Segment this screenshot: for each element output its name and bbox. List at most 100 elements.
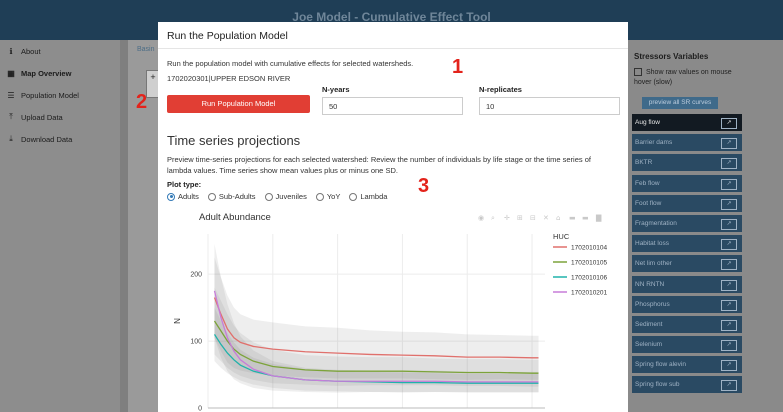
legend-label[interactable]: 1702010106 [571, 275, 608, 282]
stressor-label: Sediment [635, 320, 663, 328]
legend-title: HUC [553, 232, 570, 241]
sidebar-item-label: Upload Data [21, 112, 63, 122]
sidebar-item-population-model[interactable]: ☰ Population Model [0, 84, 120, 106]
radio-dot[interactable] [315, 192, 324, 201]
time-series-description: Preview time-series projections for each… [167, 155, 591, 175]
zoom-in-icon[interactable]: ⊞ [517, 214, 523, 222]
modal-title: Run the Population Model [167, 30, 288, 42]
pan-icon[interactable]: ✛ [504, 214, 510, 222]
stressor-item[interactable]: Spring flow alevin ↗ [632, 356, 742, 374]
stressor-item[interactable]: Feb flow ↗ [632, 174, 742, 192]
run-population-model-button[interactable]: Run Population Model [167, 95, 310, 113]
radio-yoy[interactable]: YoY [315, 192, 341, 201]
autoscale-icon[interactable]: ✕ [543, 214, 549, 222]
chart-icon[interactable]: ↗ [721, 360, 737, 372]
chart-icon[interactable]: ↗ [721, 319, 737, 331]
raw-values-label: Show raw values on mouse hover (slow) [634, 69, 732, 86]
sidebar-item-about[interactable]: ℹ About [0, 40, 120, 62]
info-icon: ℹ [9, 46, 13, 56]
radio-dot[interactable] [207, 192, 216, 201]
stressor-label: Fragmentation [635, 219, 677, 227]
chart-icon[interactable]: ↗ [721, 178, 737, 190]
sidebar-item-label: Population Model [21, 90, 79, 100]
radio-label: Lambda [360, 192, 388, 201]
chart-icon[interactable]: ↗ [721, 218, 737, 230]
stressor-item[interactable]: Foot flow ↗ [632, 194, 742, 212]
chart-icon[interactable]: ↗ [721, 299, 737, 311]
reset-axes-icon[interactable]: ⌂ [556, 214, 560, 222]
radio-lambda[interactable]: Lambda [349, 192, 387, 201]
stressor-label: Spring flow alevin [635, 361, 686, 369]
stressor-item[interactable]: Selenium ↗ [632, 336, 742, 354]
download-icon: ⤓ [9, 134, 13, 143]
zoom-icon[interactable]: ⌕ [491, 214, 495, 222]
nreplicates-input[interactable]: 10 [479, 97, 620, 115]
chart-icon[interactable]: ↗ [721, 279, 737, 291]
stressor-label: Spring flow sub [635, 381, 680, 389]
stressor-item[interactable]: Fragmentation ↗ [632, 214, 742, 232]
sidebar-item-upload-data[interactable]: ⤒ Upload Data [0, 106, 120, 128]
sidebar-item-label: About [21, 46, 41, 56]
stressor-item[interactable]: Spring flow sub ↗ [632, 376, 742, 394]
preview-sr-curves-button[interactable]: preview all SR curves [642, 97, 718, 109]
radio-dot[interactable] [264, 192, 273, 201]
y-tick-label: 100 [190, 339, 202, 346]
y-axis-label: N [173, 318, 182, 324]
stressor-list: Aug flow ↗ Barrier dams ↗ BKTR ↗ Feb flow ↗ Foot… [632, 114, 742, 397]
nyears-input[interactable]: 50 [322, 97, 463, 115]
stressor-item[interactable]: NN RNTN ↗ [632, 275, 742, 293]
stressors-panel: Stressors Variables Show raw values on m… [628, 40, 783, 412]
y-tick-label: 200 [190, 272, 202, 279]
stressor-item[interactable]: Barrier dams ↗ [632, 134, 742, 152]
hover-icon[interactable]: ▬ [582, 214, 589, 222]
legend-label[interactable]: 1702010201 [571, 290, 608, 297]
radio-sub-adults[interactable]: Sub-Adults [207, 192, 256, 201]
time-series-heading: Time series projections [167, 133, 301, 148]
stressor-item[interactable]: BKTR ↗ [632, 154, 742, 172]
raw-values-checkbox[interactable]: Show raw values on mouse hover (slow) [634, 68, 744, 88]
nyears-label: N-years [322, 85, 350, 94]
chart-icon[interactable]: ↗ [721, 239, 737, 251]
list-icon: ☰ [7, 90, 15, 100]
radio-juveniles[interactable]: Juveniles [264, 192, 307, 201]
legend-label[interactable]: 1702010105 [571, 260, 608, 267]
chart-icon[interactable]: ↗ [721, 158, 737, 170]
modal-description: Run the population model with cumulative… [167, 59, 414, 68]
radio-dot[interactable] [349, 192, 358, 201]
upload-icon: ⤒ [9, 112, 13, 121]
adult-abundance-chart[interactable]: Adult Abundance ◉ ⌕ ✛ ⊞ ⊟ ✕ ⌂ ▬ ▬ ▇ 0102… [163, 207, 623, 412]
map-icon: ▦ [7, 68, 15, 78]
chart-icon[interactable]: ↗ [721, 340, 737, 352]
radio-adults[interactable]: Adults [167, 192, 199, 201]
stressor-label: Foot flow [635, 199, 662, 207]
radio-label: Sub-Adults [218, 192, 256, 201]
stressor-item[interactable]: Habitat loss ↗ [632, 235, 742, 253]
annotation-1: 1 [452, 56, 464, 78]
stressor-item[interactable]: Net lim other ↗ [632, 255, 742, 273]
camera-icon[interactable]: ◉ [478, 214, 484, 222]
annotation-3: 3 [418, 175, 430, 197]
spike-lines-icon[interactable]: ▬ [569, 214, 576, 222]
chart-icon[interactable]: ↗ [721, 259, 737, 271]
stressor-item[interactable]: Phosphorus ↗ [632, 295, 742, 313]
chart-icon[interactable]: ↗ [721, 380, 737, 392]
chart-icon[interactable]: ↗ [721, 198, 737, 210]
chart-icon[interactable]: ↗ [721, 138, 737, 150]
chart-toolbar: ◉ ⌕ ✛ ⊞ ⊟ ✕ ⌂ ▬ ▬ ▇ [478, 214, 602, 222]
selected-watershed: 1702020301|UPPER EDSON RIVER [167, 74, 291, 83]
plotly-logo-icon[interactable]: ▇ [595, 214, 602, 222]
stressor-label: Feb flow [635, 179, 660, 187]
radio-dot[interactable] [167, 192, 175, 201]
stressor-item[interactable]: Aug flow ↗ [632, 114, 742, 131]
chart-title: Adult Abundance [199, 212, 271, 223]
radio-label: YoY [326, 192, 341, 201]
sidebar-item-label: Map Overview [21, 68, 72, 78]
chart-icon[interactable]: ↗ [721, 118, 737, 129]
zoom-out-icon[interactable]: ⊟ [530, 214, 536, 222]
sidebar-item-download-data[interactable]: ⤓ Download Data [0, 128, 120, 150]
sidebar-item-map-overview[interactable]: ▦ Map Overview [0, 62, 120, 84]
legend-label[interactable]: 1702010104 [571, 245, 608, 252]
stressor-item[interactable]: Sediment ↗ [632, 315, 742, 333]
checkbox-box[interactable] [634, 68, 642, 77]
stressors-title: Stressors Variables [634, 52, 709, 61]
